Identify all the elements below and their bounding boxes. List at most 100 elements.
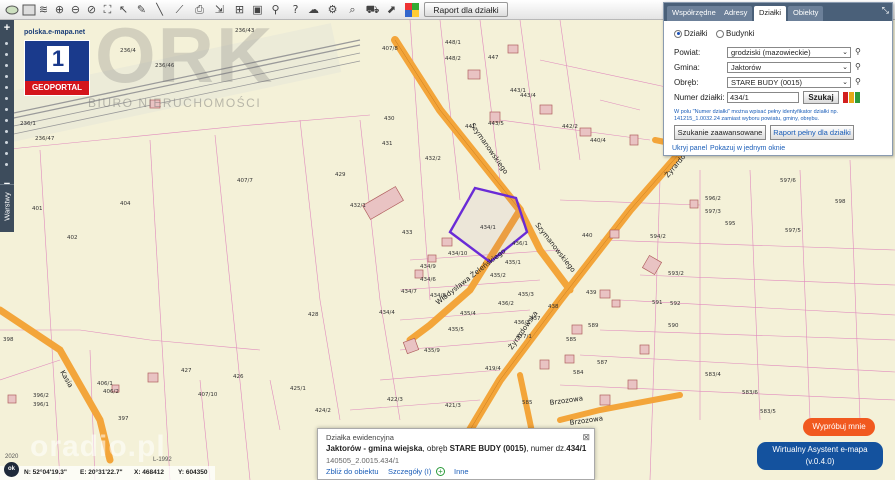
popup-description: Jaktorów - gmina wiejska, obręb STARE BU… — [326, 444, 586, 453]
layers-icon[interactable] — [4, 2, 19, 17]
help-icon[interactable]: ? — [288, 2, 303, 17]
ok-badge[interactable]: ok — [4, 462, 19, 477]
single-window-link[interactable]: Pokazuj w jednym oknie — [710, 145, 785, 152]
export-icon[interactable]: ⇲ — [212, 2, 227, 17]
svg-text:597/5: 597/5 — [785, 228, 801, 234]
settings-icon[interactable]: ⚙ — [325, 2, 340, 17]
info-icon[interactable]: ⊞ — [232, 2, 247, 17]
radio-parcels[interactable]: Działki — [674, 29, 708, 38]
brand-watermark-subtitle: BIURO NIERUCHOMOŚCI — [88, 96, 262, 110]
panel-close-icon[interactable]: ⤡ — [882, 5, 889, 16]
parcel-popup: Działka ewidencyjna ⊠ Jaktorów - gmina w… — [317, 428, 595, 480]
report-button[interactable]: Raport dla działki — [424, 2, 508, 17]
svg-text:434/10: 434/10 — [448, 251, 468, 257]
svg-text:435/2: 435/2 — [490, 273, 506, 279]
status-red-icon — [843, 92, 848, 103]
svg-text:441: 441 — [465, 124, 476, 130]
svg-text:436/1: 436/1 — [512, 241, 528, 247]
zoom-level-dot[interactable] — [5, 53, 8, 56]
gmina-select[interactable]: Jaktorów ⌄ — [727, 62, 851, 73]
zoom-level-dot[interactable] — [5, 64, 8, 67]
svg-text:419/4: 419/4 — [485, 366, 501, 372]
zoom-level-dot[interactable] — [5, 75, 8, 78]
pointer-icon[interactable]: ↖ — [116, 2, 131, 17]
popup-text-a: , obręb — [422, 444, 450, 453]
svg-text:402: 402 — [67, 235, 78, 241]
svg-text:447: 447 — [488, 55, 499, 61]
share-icon[interactable]: ⬈ — [384, 2, 399, 17]
popup-title: Działka ewidencyjna — [326, 433, 394, 442]
panel-tab-bar: Współrzędne Adresy Działki Obiekty ⤡ — [664, 3, 892, 21]
zoom-level-dot[interactable] — [5, 86, 8, 89]
layers-stack-icon[interactable]: ≋ — [36, 2, 51, 17]
advanced-search-button[interactable]: Szukanie zaawansowane — [674, 125, 766, 140]
full-report-button[interactable]: Raport pełny dla działki — [770, 125, 854, 140]
powiat-search-icon[interactable]: ⚲ — [855, 47, 861, 56]
fullscreen-icon[interactable]: ⛶ — [100, 2, 115, 17]
tab-parcels[interactable]: Działki — [754, 6, 787, 21]
geoportal-logo[interactable]: 1 GEOPORTAL — [24, 40, 90, 96]
obreb-select[interactable]: STARE BUDY (0015) ⌄ — [727, 77, 851, 88]
zoom-to-object-link[interactable]: Zbliż do obiektu — [326, 467, 379, 476]
svg-text:435/1: 435/1 — [505, 260, 521, 266]
parcel-number-input[interactable]: 434/1 — [727, 92, 799, 103]
tab-coordinates[interactable]: Współrzędne — [667, 6, 721, 21]
site-watermark: oradio.pl — [30, 430, 166, 463]
gmina-label: Gmina: — [674, 63, 700, 72]
more-link[interactable]: Inne — [454, 467, 469, 476]
zoom-level-dot[interactable] — [5, 163, 8, 166]
numer-label: Numer działki: — [674, 93, 725, 102]
zoom-level-dot[interactable] — [5, 152, 8, 155]
draw-icon[interactable]: ✎ — [134, 2, 149, 17]
print-icon[interactable]: ⎙ — [192, 2, 207, 17]
map-icon[interactable] — [21, 2, 36, 17]
svg-text:396/2: 396/2 — [33, 393, 49, 399]
powiat-select[interactable]: grodziski (mazowieckie) ⌄ — [727, 47, 851, 58]
radio-parcels-dot[interactable] — [674, 29, 682, 38]
radio-buildings-dot[interactable] — [716, 29, 724, 38]
window-icon[interactable]: ▣ — [250, 2, 265, 17]
gmina-search-icon[interactable]: ⚲ — [855, 62, 861, 71]
cloud-icon[interactable]: ☁ — [306, 2, 321, 17]
zoom-level-dot[interactable] — [5, 97, 8, 100]
svg-text:406/1: 406/1 — [97, 381, 113, 387]
zoom-fit-icon[interactable]: ⊘ — [84, 2, 99, 17]
search-button[interactable]: Szukaj — [803, 91, 839, 104]
zoom-plus-icon[interactable]: + — [0, 22, 14, 34]
zoom-level-dot[interactable] — [5, 108, 8, 111]
zoom-level-dot[interactable] — [5, 130, 8, 133]
measure-line-icon[interactable]: ╲ — [152, 2, 167, 17]
zoom-level-dot[interactable] — [5, 119, 8, 122]
zoom-in-icon[interactable]: ⊕ — [52, 2, 67, 17]
try-me-button[interactable]: Wypróbuj mnie — [803, 418, 875, 436]
svg-text:426: 426 — [233, 374, 244, 380]
svg-text:583/4: 583/4 — [705, 372, 721, 378]
measure-area-icon[interactable]: ⟋ — [172, 2, 187, 17]
search-icon[interactable]: ⌕ — [345, 2, 360, 17]
zoom-level-dot[interactable] — [5, 42, 8, 45]
tab-objects[interactable]: Obiekty — [788, 6, 824, 21]
tab-addresses[interactable]: Adresy — [719, 6, 753, 21]
radio-buildings[interactable]: Budynki — [716, 29, 754, 38]
svg-text:429: 429 — [335, 172, 346, 178]
svg-text:424/2: 424/2 — [315, 408, 331, 414]
svg-text:434/6: 434/6 — [420, 277, 436, 283]
popup-close-icon[interactable]: ⊠ — [582, 432, 590, 443]
virtual-assistant-button[interactable]: Wirtualny Asystent e-mapa (v.0.4.0) — [757, 442, 883, 470]
svg-text:397: 397 — [118, 416, 129, 422]
layers-tab[interactable]: Warstwy — [0, 184, 14, 232]
svg-text:585: 585 — [566, 337, 577, 343]
zoom-out-icon[interactable]: ⊖ — [68, 2, 83, 17]
hide-panel-link[interactable]: Ukryj panel — [672, 145, 707, 152]
cart-icon[interactable]: ⛟ — [365, 2, 380, 17]
zoom-level-dot[interactable] — [5, 141, 8, 144]
svg-text:596/2: 596/2 — [705, 196, 721, 202]
details-link[interactable]: Szczegóły (I) — [388, 467, 431, 476]
obreb-search-icon[interactable]: ⚲ — [855, 77, 861, 86]
street-view-icon[interactable]: ⚲ — [268, 2, 283, 17]
plus-icon[interactable]: + — [436, 467, 445, 476]
plugins-icon[interactable] — [404, 2, 419, 17]
svg-text:434/9: 434/9 — [420, 264, 436, 270]
svg-text:597/6: 597/6 — [780, 178, 796, 184]
svg-text:593/2: 593/2 — [668, 271, 684, 277]
